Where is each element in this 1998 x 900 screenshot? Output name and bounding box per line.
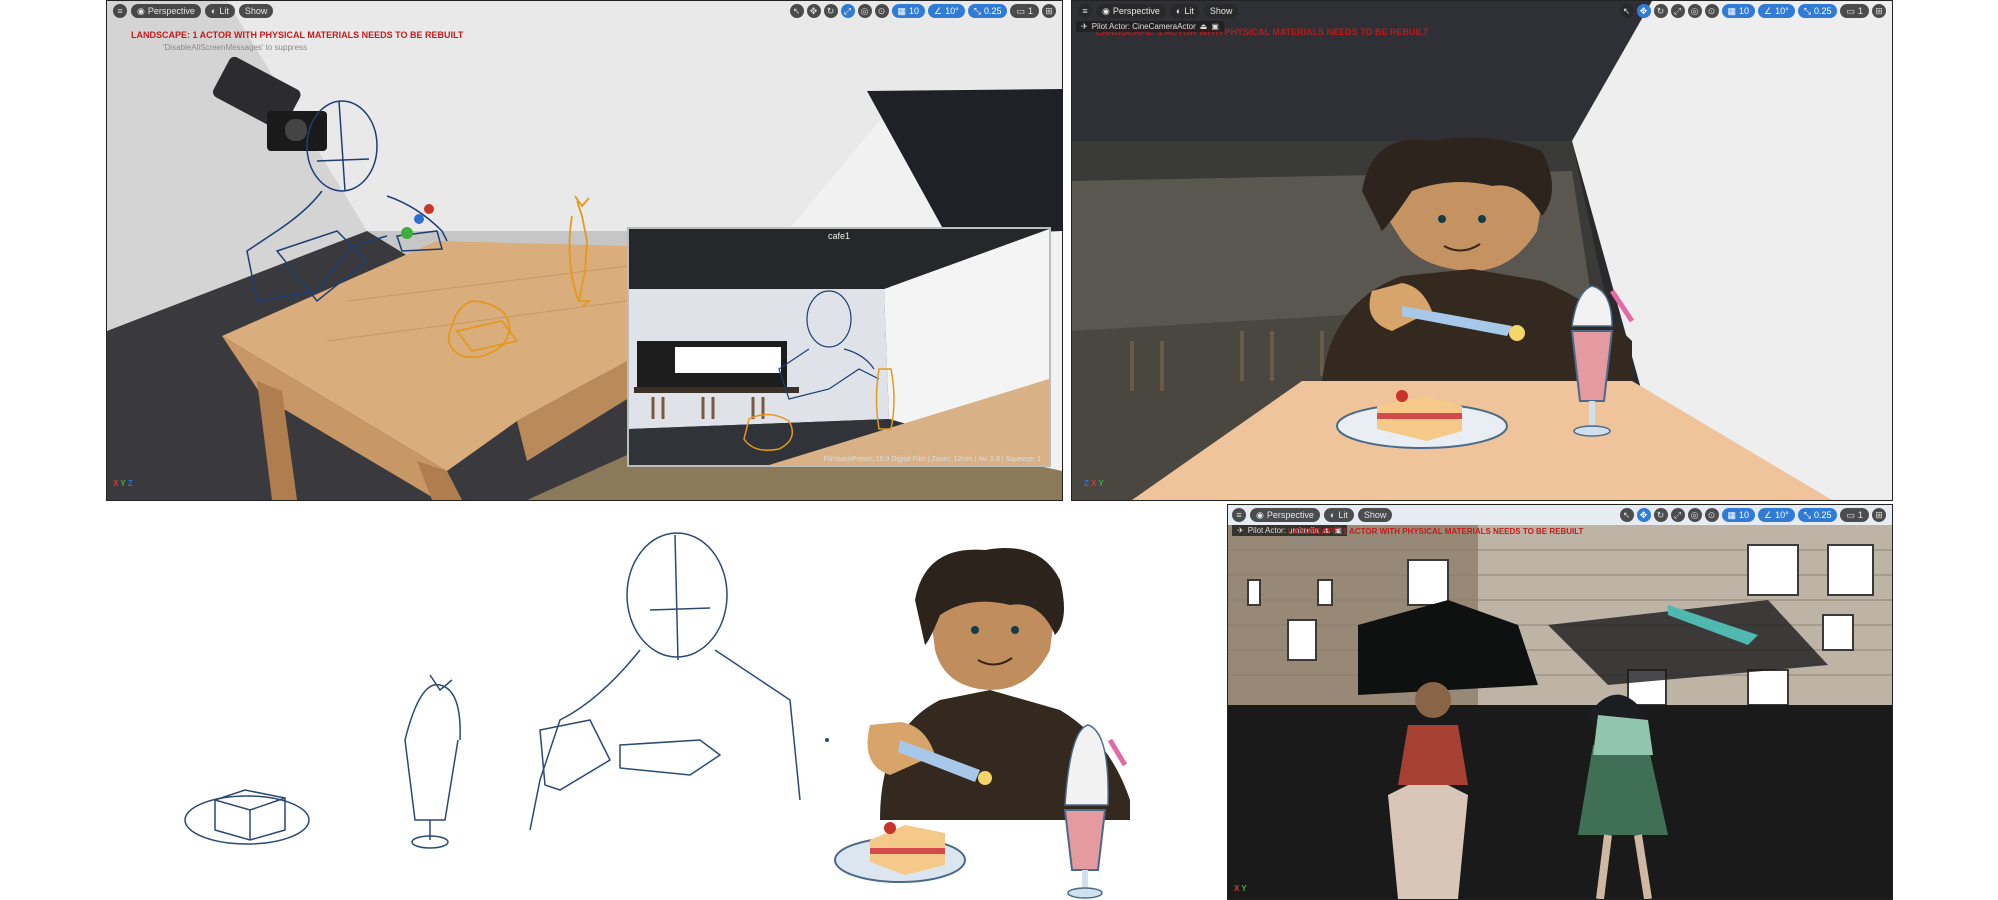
rebuild-warning: LANDSCAPE: 1 ACTOR WITH PHYSICAL MATERIA… xyxy=(131,30,464,40)
suppress-hint: 'DisableAllScreenMessages' to suppress xyxy=(163,43,308,52)
pilot-bar: ✈ Pilot Actor: CineCameraActor ⏏ ▣ xyxy=(1076,21,1224,32)
scale-snap-icon: ⤡ xyxy=(1803,6,1811,16)
angle-snap-button[interactable]: ∠ 10° xyxy=(1758,508,1795,522)
grid-snap-icon: ▦ xyxy=(1727,510,1737,520)
perspective-button[interactable]: ◉ Perspective xyxy=(131,4,201,18)
layout-icon[interactable]: ⊞ xyxy=(1872,508,1886,522)
character-color-illustration xyxy=(834,548,1130,899)
rebuild-warning: LANDSCAPE: 1 ACTOR WITH PHYSICAL MATERIA… xyxy=(1288,527,1584,536)
layout-icon[interactable]: ⊞ xyxy=(1872,4,1886,18)
viewport-3-toolbar: ≡ ◉ Perspective ◐ Lit Show ↖ ✥ ↻ ⤢ ◎ ⊙ ▦… xyxy=(1228,505,1892,525)
character-sketch xyxy=(529,532,801,831)
grid-snap-button[interactable]: ▦ 10 xyxy=(1721,4,1756,18)
camera-speed-icon: ▭ xyxy=(1846,6,1855,16)
world-icon[interactable]: ◎ xyxy=(1687,508,1702,522)
lit-icon: ◐ xyxy=(1329,510,1336,520)
scale-icon[interactable]: ⤢ xyxy=(1670,4,1685,18)
scale-icon[interactable]: ⤢ xyxy=(840,4,855,18)
perspective-icon: ◉ xyxy=(137,6,145,16)
axis-indicator: X Y Z xyxy=(113,479,133,488)
cake-sketch xyxy=(184,789,310,845)
translate-icon[interactable]: ✥ xyxy=(806,4,821,18)
viewport-3[interactable]: ≡ ◉ Perspective ◐ Lit Show ↖ ✥ ↻ ⤢ ◎ ⊙ ▦… xyxy=(1227,504,1893,900)
angle-snap-icon: ∠ xyxy=(934,6,943,16)
viewport-2-scene xyxy=(1072,1,1892,500)
viewport-1-toolbar: ≡ ◉ Perspective ◐ Lit Show ↖ ✥ ↻ ⤢ ◎ ⊙ ▦… xyxy=(107,1,1062,21)
angle-snap-button[interactable]: ∠ 10° xyxy=(1758,4,1795,18)
show-button[interactable]: Show xyxy=(238,4,274,18)
camera-speed-button[interactable]: ▭ 1 xyxy=(1010,4,1039,18)
lit-icon: ◐ xyxy=(1175,6,1182,16)
grid-snap-button[interactable]: ▦ 10 xyxy=(891,4,926,18)
milkshake-sketch xyxy=(404,674,461,849)
viewport-3-scene xyxy=(1228,505,1892,899)
grid-snap-icon: ▦ xyxy=(1727,6,1737,16)
lock-icon[interactable]: ▣ xyxy=(1211,22,1219,31)
translate-icon[interactable]: ✥ xyxy=(1636,4,1651,18)
camera-speed-icon: ▭ xyxy=(1016,6,1025,16)
show-button[interactable]: Show xyxy=(1203,4,1239,18)
surface-snap-icon[interactable]: ⊙ xyxy=(1704,4,1719,18)
perspective-icon: ◉ xyxy=(1256,510,1264,520)
scale-snap-button[interactable]: ⤡ 0.25 xyxy=(967,4,1008,18)
axis-indicator: X Y xyxy=(1234,884,1247,893)
select-icon[interactable]: ↖ xyxy=(1619,508,1634,522)
scale-snap-icon: ⤡ xyxy=(973,6,981,16)
scale-icon[interactable]: ⤢ xyxy=(1670,508,1685,522)
filmback-readout: FilmbackPreset: 16:9 Digital Film | Zoom… xyxy=(823,456,1041,463)
viewport-2[interactable]: ≡ ◉ Perspective ◐ Lit Show ↖ ✥ ↻ ⤢ ◎ ⊙ ▦… xyxy=(1071,0,1893,501)
grid-snap-button[interactable]: ▦ 10 xyxy=(1721,508,1756,522)
select-icon[interactable]: ↖ xyxy=(1619,4,1634,18)
menu-icon[interactable]: ≡ xyxy=(113,4,127,18)
suppress-hint: 'DisableAllScreenMessages' to suppress xyxy=(1288,539,1415,546)
world-icon[interactable]: ◎ xyxy=(857,4,872,18)
translate-icon[interactable]: ✥ xyxy=(1636,508,1651,522)
scale-snap-button[interactable]: ⤡ 0.25 xyxy=(1797,4,1838,18)
lit-button[interactable]: ◐ Lit xyxy=(204,4,235,18)
lit-button[interactable]: ◐ Lit xyxy=(1323,508,1354,522)
scale-snap-icon: ⤡ xyxy=(1803,510,1811,520)
grid-snap-icon: ▦ xyxy=(897,6,907,16)
rotate-icon[interactable]: ↻ xyxy=(823,4,838,18)
lit-button[interactable]: ◐ Lit xyxy=(1169,4,1200,18)
perspective-icon: ◉ xyxy=(1102,6,1110,16)
camera-speed-button[interactable]: ▭ 1 xyxy=(1840,4,1869,18)
axis-indicator: Z X Y xyxy=(1084,479,1104,488)
lit-icon: ◐ xyxy=(210,6,217,16)
surface-snap-icon[interactable]: ⊙ xyxy=(1704,508,1719,522)
layout-icon[interactable]: ⊞ xyxy=(1042,4,1056,18)
menu-icon[interactable]: ≡ xyxy=(1232,508,1246,522)
world-icon[interactable]: ◎ xyxy=(1687,4,1702,18)
camera-preview: cafe1 FilmbackPreset: 16:9 Digital Film … xyxy=(627,227,1051,467)
perspective-button[interactable]: ◉ Perspective xyxy=(1096,4,1166,18)
viewport-1[interactable]: ≡ ◉ Perspective ◐ Lit Show ↖ ✥ ↻ ⤢ ◎ ⊙ ▦… xyxy=(106,0,1063,501)
menu-icon[interactable]: ≡ xyxy=(1078,4,1092,18)
surface-snap-icon[interactable]: ⊙ xyxy=(874,4,889,18)
rotate-icon[interactable]: ↻ xyxy=(1653,4,1668,18)
eject-icon[interactable]: ⏏ xyxy=(1200,22,1208,31)
camera-speed-icon: ▭ xyxy=(1846,510,1855,520)
rotate-icon[interactable]: ↻ xyxy=(1653,508,1668,522)
angle-snap-button[interactable]: ∠ 10° xyxy=(928,4,965,18)
viewport-2-toolbar: ≡ ◉ Perspective ◐ Lit Show ↖ ✥ ↻ ⤢ ◎ ⊙ ▦… xyxy=(1072,1,1892,21)
pilot-icon: ✈ xyxy=(1081,22,1088,31)
angle-snap-icon: ∠ xyxy=(1764,510,1773,520)
camera-speed-button[interactable]: ▭ 1 xyxy=(1840,508,1869,522)
scale-snap-button[interactable]: ⤡ 0.25 xyxy=(1797,508,1838,522)
perspective-button[interactable]: ◉ Perspective xyxy=(1250,508,1320,522)
pilot-icon: ✈ xyxy=(1237,526,1244,535)
angle-snap-icon: ∠ xyxy=(1764,6,1773,16)
select-icon[interactable]: ↖ xyxy=(789,4,804,18)
camera-preview-scene xyxy=(629,229,1049,465)
sketch-process-strip xyxy=(184,532,1130,899)
camera-preview-title: cafe1 xyxy=(827,231,851,241)
show-button[interactable]: Show xyxy=(1357,508,1393,522)
